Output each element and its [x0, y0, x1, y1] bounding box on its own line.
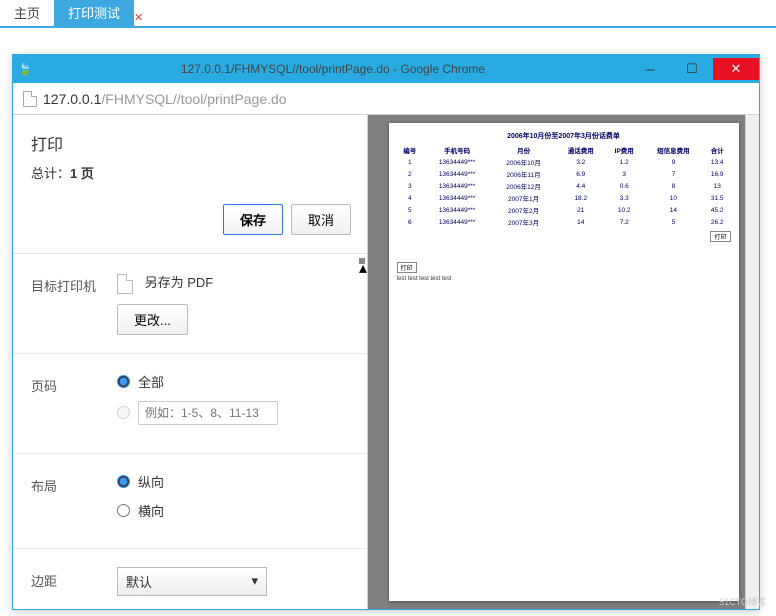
- margins-label: 边距: [31, 567, 117, 596]
- preview-print-btn-2: 打印: [397, 262, 417, 273]
- preview-print-btn-1: 打印: [710, 231, 730, 242]
- save-button[interactable]: 保存: [223, 204, 283, 235]
- layout-landscape-label: 横向: [138, 501, 164, 520]
- print-summary: 总计：1 页: [31, 163, 349, 182]
- pages-range-input[interactable]: [138, 401, 278, 425]
- close-button[interactable]: ✕: [713, 58, 759, 80]
- change-destination-button[interactable]: 更改...: [117, 304, 188, 335]
- layout-label: 布局: [31, 472, 117, 530]
- app-icon: 🍃: [13, 63, 37, 76]
- pages-all-radio[interactable]: [117, 375, 130, 388]
- preview-table: 编号手机号码月份通话费用IP费用短信息费用合计 113634449***2006…: [397, 144, 731, 228]
- minimize-button[interactable]: ─: [629, 58, 671, 80]
- chevron-down-icon: ▾: [251, 573, 258, 589]
- print-sidebar: 打印 总计：1 页 保存 取消 ▴ 目标打印机 另存为 PDF 更改...: [13, 115, 368, 609]
- pdf-file-icon: [117, 274, 133, 294]
- margins-select[interactable]: 默认 ▾: [117, 567, 267, 596]
- window-title: 127.0.0.1/FHMYSQL//tool/printPage.do - G…: [37, 62, 629, 76]
- watermark: 51CTO博客: [719, 595, 766, 608]
- app-tabs: 主页 打印测试 ✕: [0, 0, 776, 28]
- chrome-window: 🍃 127.0.0.1/FHMYSQL//tool/printPage.do -…: [12, 54, 760, 610]
- layout-landscape-radio[interactable]: [117, 504, 130, 517]
- print-title: 打印: [31, 131, 349, 155]
- url-path: /FHMYSQL//tool/printPage.do: [101, 91, 286, 107]
- file-icon: [23, 91, 37, 107]
- destination-value: 另存为 PDF: [145, 275, 214, 290]
- destination-label: 目标打印机: [31, 272, 117, 335]
- tab-print-test[interactable]: 打印测试: [54, 0, 134, 26]
- print-settings: ▴ 目标打印机 另存为 PDF 更改... 页码 全部: [13, 254, 367, 609]
- preview-table-title: 2006年10月份至2007年3月份话费单: [397, 131, 731, 141]
- cancel-button[interactable]: 取消: [291, 204, 351, 235]
- preview-page: 2006年10月份至2007年3月份话费单 编号手机号码月份通话费用IP费用短信…: [389, 123, 739, 601]
- preview-scrollbar[interactable]: [745, 115, 759, 609]
- address-bar[interactable]: 127.0.0.1/FHMYSQL//tool/printPage.do: [13, 83, 759, 115]
- pages-all-label: 全部: [138, 372, 164, 391]
- url-host: 127.0.0.1: [43, 91, 101, 107]
- titlebar: 🍃 127.0.0.1/FHMYSQL//tool/printPage.do -…: [13, 55, 759, 83]
- maximize-button[interactable]: ☐: [671, 58, 713, 80]
- layout-portrait-label: 纵向: [138, 472, 164, 491]
- print-preview: 2006年10月份至2007年3月份话费单 编号手机号码月份通话费用IP费用短信…: [368, 115, 759, 609]
- pages-label: 页码: [31, 372, 117, 435]
- preview-footer-text: test test test test test: [397, 276, 731, 282]
- scroll-indicator-icon: ▴: [359, 258, 365, 264]
- tab-close-icon[interactable]: ✕: [130, 9, 147, 26]
- pages-range-radio[interactable]: [117, 406, 130, 419]
- layout-portrait-radio[interactable]: [117, 475, 130, 488]
- tab-main[interactable]: 主页: [0, 0, 54, 26]
